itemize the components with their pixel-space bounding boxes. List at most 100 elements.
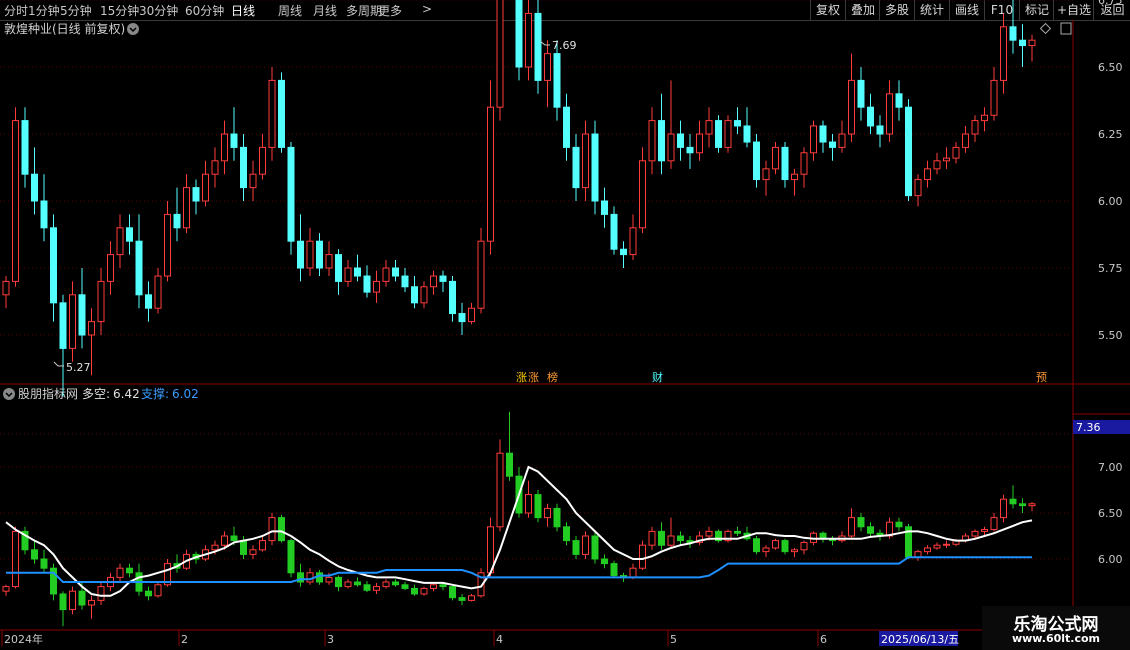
candle-body-93 xyxy=(886,93,893,135)
indicator-name: 股朋指标网 xyxy=(18,386,78,401)
candle-body-67 xyxy=(639,160,646,229)
ind-body-3 xyxy=(31,549,38,560)
candle-body-84 xyxy=(800,152,808,175)
candle-body-99 xyxy=(943,157,950,162)
x-label-2: 3 xyxy=(327,633,334,646)
candle-body-48 xyxy=(458,313,466,323)
ind-body-9 xyxy=(88,599,95,606)
candle-body-50 xyxy=(477,240,485,309)
ind-body-102 xyxy=(971,530,979,537)
price-tick-8: 5.50 xyxy=(1098,329,1123,342)
ind-body-71 xyxy=(677,535,684,542)
ind-body-27 xyxy=(259,540,266,551)
ind-body-89 xyxy=(848,517,855,537)
candle-body-83 xyxy=(791,173,798,181)
candle-body-62 xyxy=(591,133,599,202)
x-label-0: 2024年 xyxy=(4,632,43,646)
ind-body-62 xyxy=(591,535,599,560)
ind-body-40 xyxy=(382,581,390,588)
candle-body-107 xyxy=(1019,39,1026,47)
ind-body-58 xyxy=(553,507,561,528)
candle-body-94 xyxy=(895,93,903,108)
ind-body-6 xyxy=(59,593,67,611)
cursor-date: 2025/06/13/五 xyxy=(881,633,959,646)
ind-body-47 xyxy=(449,586,456,599)
candle-body-108 xyxy=(1028,39,1036,47)
candle-body-64 xyxy=(610,213,618,250)
ind-body-48 xyxy=(458,597,466,601)
ind-body-44 xyxy=(420,587,428,595)
candle-body-0 xyxy=(2,280,10,296)
candle-body-49 xyxy=(468,307,475,323)
candle-body-77 xyxy=(734,120,741,127)
event-marker-0: 涨 xyxy=(516,371,527,384)
candle-body-72 xyxy=(686,146,694,154)
candle-body-15 xyxy=(145,294,152,309)
candle-body-80 xyxy=(762,168,770,181)
candle-body-47 xyxy=(449,280,456,315)
ind-body-49 xyxy=(468,595,475,601)
watermark-url: www.60lt.com xyxy=(1011,632,1101,645)
ind-body-36 xyxy=(344,581,352,588)
candle-body-60 xyxy=(572,146,580,189)
candle-body-35 xyxy=(335,254,342,282)
candle-body-42 xyxy=(401,275,409,288)
candle-body-78 xyxy=(743,125,751,143)
candle-body-41 xyxy=(392,267,399,277)
x-label-3: 4 xyxy=(496,633,503,646)
candle-body-20 xyxy=(192,187,200,202)
ind-body-94 xyxy=(895,521,903,528)
candle-body-9 xyxy=(88,321,95,336)
chart-area: 敦煌种业(日线 前复权)7.507.257.006.756.506.256.00… xyxy=(0,0,1130,650)
candle-body-18 xyxy=(173,213,181,229)
price-panel-title: 敦煌种业(日线 前复权) xyxy=(4,21,125,36)
ind-body-30 xyxy=(287,540,295,574)
duokong-value: 6.42 xyxy=(113,387,140,401)
candle-body-57 xyxy=(544,53,551,81)
candle-body-14 xyxy=(135,240,143,296)
event-marker-3: 预 xyxy=(1036,371,1047,384)
candle-body-19 xyxy=(183,187,190,229)
support-value: 6.02 xyxy=(172,387,199,401)
candle-body-4 xyxy=(40,200,48,229)
candle-body-73 xyxy=(696,133,703,154)
candle-body-30 xyxy=(287,146,295,242)
price-tick-4: 6.50 xyxy=(1098,61,1123,74)
ind-body-37 xyxy=(354,581,361,586)
ind-tick-1: 6.50 xyxy=(1098,507,1123,520)
price-tick-6: 6.00 xyxy=(1098,195,1123,208)
candle-body-68 xyxy=(648,120,656,162)
ind-body-77 xyxy=(734,530,741,534)
indicator-dropdown-icon xyxy=(3,388,15,400)
ind-body-82 xyxy=(781,540,789,553)
ind-body-38 xyxy=(363,584,371,591)
ind-body-28 xyxy=(268,517,276,542)
ind-body-83 xyxy=(791,549,798,553)
ind-body-46 xyxy=(439,584,447,588)
ind-body-7 xyxy=(69,590,76,611)
candle-body-1 xyxy=(12,120,19,282)
ind-body-41 xyxy=(392,581,399,586)
ind-body-26 xyxy=(249,549,257,555)
candle-body-58 xyxy=(553,53,561,108)
ind-body-105 xyxy=(1000,498,1007,519)
candle-body-51 xyxy=(487,106,494,242)
candle-body-88 xyxy=(838,133,846,148)
ind-body-55 xyxy=(525,494,532,514)
candle-body-45 xyxy=(430,275,437,288)
ind-body-52 xyxy=(496,452,504,528)
ind-body-104 xyxy=(990,517,998,531)
ind-body-79 xyxy=(753,538,760,553)
ind-body-99 xyxy=(943,543,950,546)
ind-body-56 xyxy=(534,494,542,519)
ind-body-66 xyxy=(629,567,637,578)
ind-body-1 xyxy=(12,530,19,588)
candle-body-52 xyxy=(496,0,504,108)
candle-body-56 xyxy=(534,12,542,81)
candle-body-106 xyxy=(1009,26,1017,41)
price-tick-5: 6.25 xyxy=(1098,128,1123,141)
ind-body-90 xyxy=(857,517,865,528)
ind-body-53 xyxy=(506,452,513,477)
price-candles[interactable] xyxy=(2,0,1036,397)
candle-body-63 xyxy=(601,200,608,215)
